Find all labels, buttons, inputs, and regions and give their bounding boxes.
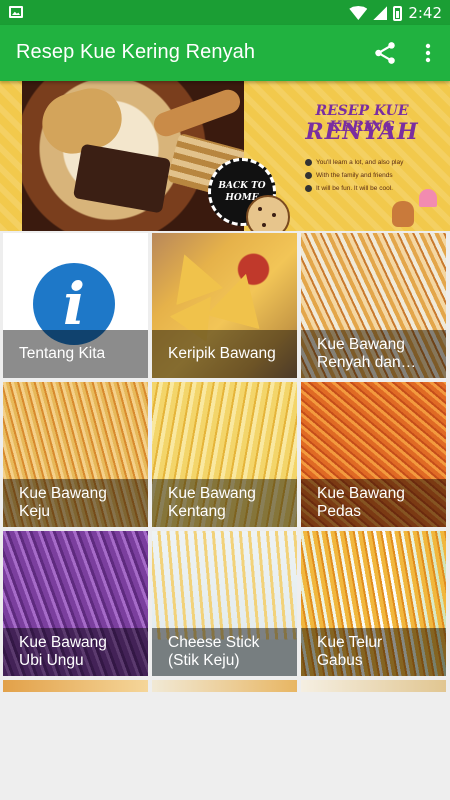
tile-label: Kue Bawang Kentang <box>152 479 297 527</box>
grid-item-tentang-kita[interactable]: i Tentang Kita <box>3 233 148 378</box>
grid-item-partial[interactable] <box>152 680 297 692</box>
tile-label: Kue Bawang Pedas <box>301 479 446 527</box>
share-icon <box>375 42 395 64</box>
signal-icon <box>373 6 388 20</box>
banner-headline-line2: RENYAH <box>305 119 419 145</box>
recipe-grid: i Tentang Kita Keripik Bawang Kue Bawang… <box>3 233 449 693</box>
share-button[interactable] <box>372 40 398 66</box>
tile-label: Kue Telur Gabus <box>301 628 446 676</box>
grid-item-kue-bawang-pedas[interactable]: Kue Bawang Pedas <box>301 382 446 527</box>
grid-item-partial[interactable] <box>3 680 148 692</box>
status-bar: 2:42 <box>0 0 450 25</box>
grid-item-kue-bawang-kentang[interactable]: Kue Bawang Kentang <box>152 382 297 527</box>
grid-item-kue-bawang-keju[interactable]: Kue Bawang Keju <box>3 382 148 527</box>
tile-label: Tentang Kita <box>3 330 148 378</box>
grid-item-partial[interactable] <box>301 680 446 692</box>
cookies-photo <box>22 81 244 231</box>
tile-label: Kue Bawang Renyah dan… <box>301 330 446 378</box>
banner-bullet: It will be fun. It will be cool. <box>305 182 425 195</box>
wifi-icon <box>349 6 368 20</box>
tile-label: Keripik Bawang <box>152 330 297 378</box>
app-bar: Resep Kue Kering Renyah <box>0 25 450 81</box>
grid-item-cheese-stick[interactable]: Cheese Stick (Stik Keju) <box>152 531 297 676</box>
status-time: 2:42 <box>408 4 442 22</box>
cupcake-icon <box>419 189 437 207</box>
bulb-icon <box>305 172 312 179</box>
battery-icon <box>393 5 403 21</box>
app-title: Resep Kue Kering Renyah <box>16 41 256 63</box>
image-notification-icon <box>9 6 23 18</box>
banner-bullet: You'll learn a lot, and also play <box>305 156 425 169</box>
grid-item-kue-bawang-renyah[interactable]: Kue Bawang Renyah dan… <box>301 233 446 378</box>
banner-bullets: You'll learn a lot, and also play With t… <box>305 156 425 195</box>
tile-image <box>152 680 297 692</box>
overflow-menu-button[interactable] <box>416 40 440 66</box>
grid-item-kue-telur-gabus[interactable]: Kue Telur Gabus <box>301 531 446 676</box>
tile-label: Kue Bawang Ubi Ungu <box>3 628 148 676</box>
header-banner: BACK TO HOME RESEP KUE KERING RENYAH You… <box>0 81 450 231</box>
more-vert-icon <box>425 43 431 63</box>
tile-image <box>301 680 446 692</box>
gingerbread-icon <box>392 201 414 227</box>
tile-label: Cheese Stick (Stik Keju) <box>152 628 297 676</box>
graduation-cap-icon <box>305 185 312 192</box>
banner-bullet: With the family and friends <box>305 169 425 182</box>
grid-item-kue-bawang-ubi-ungu[interactable]: Kue Bawang Ubi Ungu <box>3 531 148 676</box>
clock-icon <box>305 159 312 166</box>
grid-item-keripik-bawang[interactable]: Keripik Bawang <box>152 233 297 378</box>
tile-image <box>3 680 148 692</box>
cookie-decoration-icon <box>246 195 290 231</box>
empty-area <box>0 693 450 800</box>
tile-label: Kue Bawang Keju <box>3 479 148 527</box>
